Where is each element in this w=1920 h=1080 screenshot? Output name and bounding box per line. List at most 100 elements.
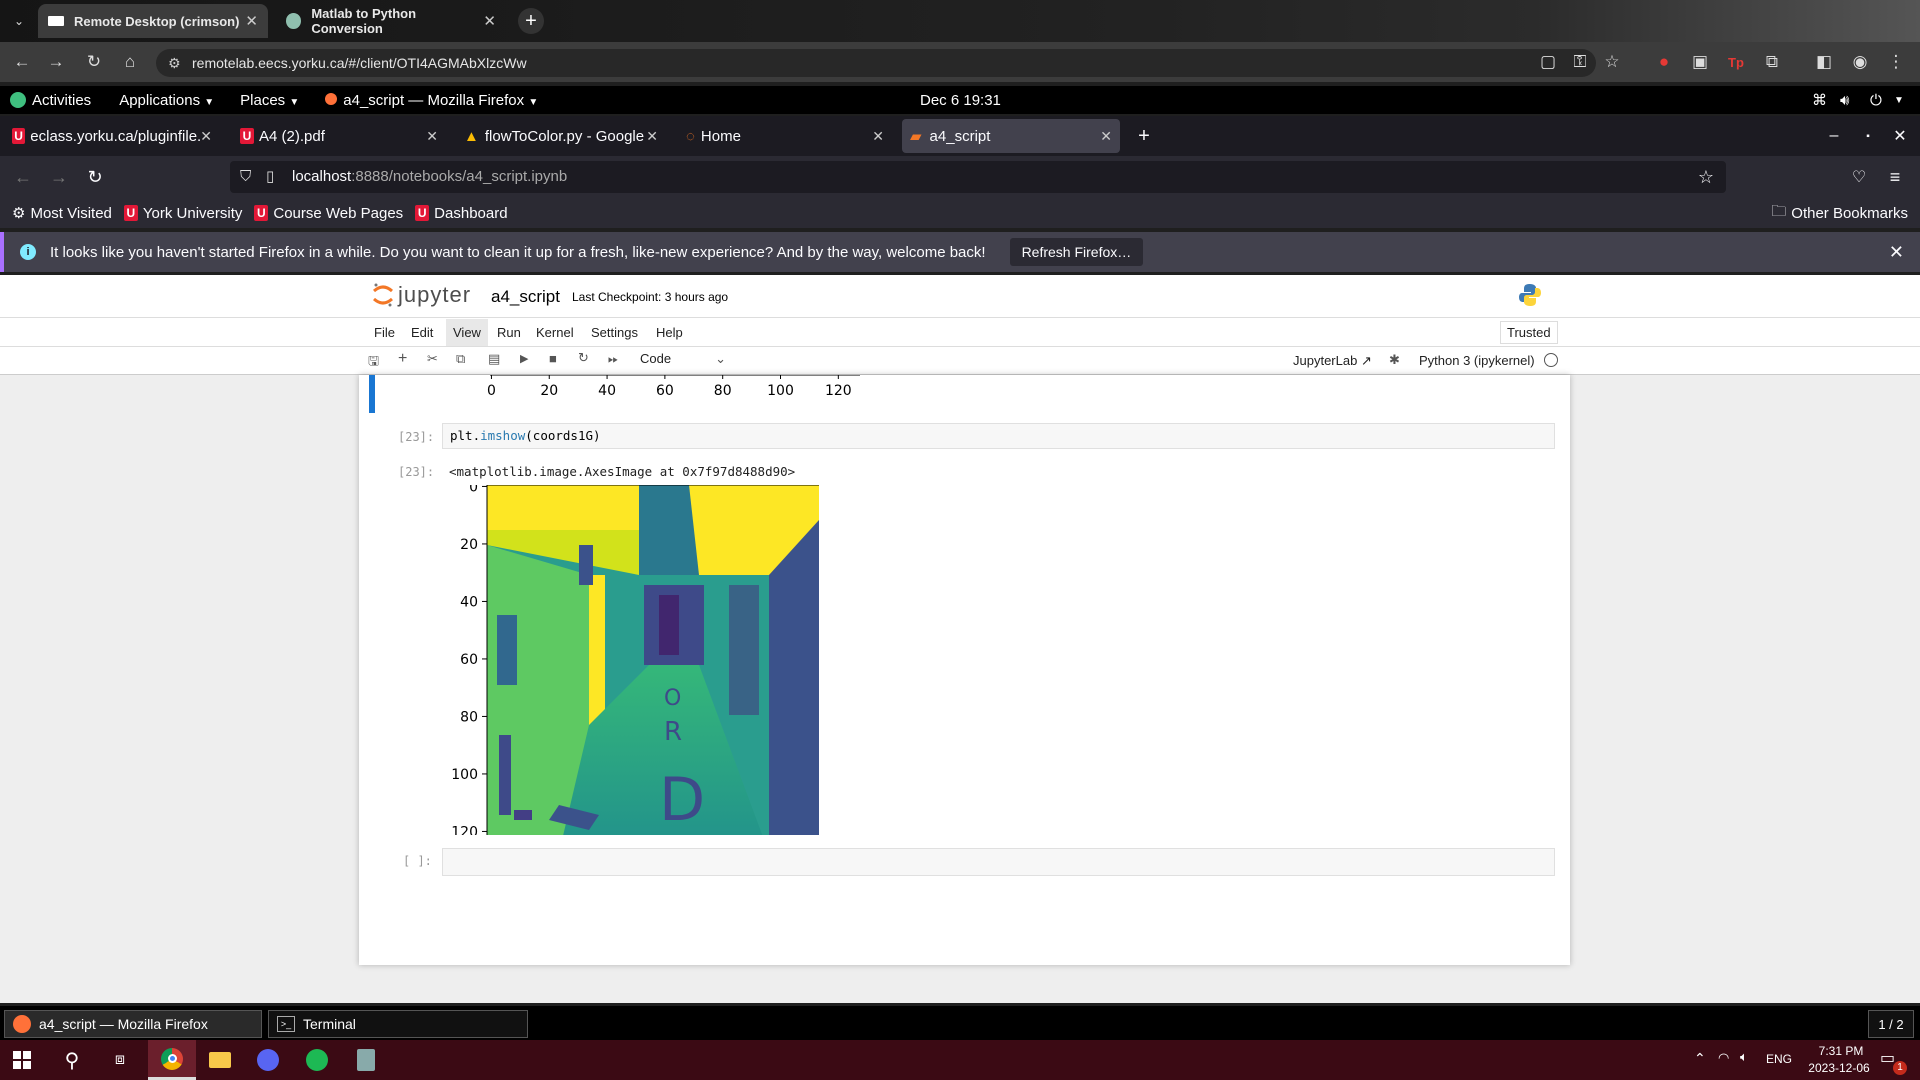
volume-icon[interactable]: 🔊︎ [1840, 92, 1849, 109]
spotify-icon[interactable] [305, 1048, 329, 1072]
run-icon[interactable]: ▶ [520, 352, 528, 365]
key-icon[interactable]: ⚿ [1568, 50, 1592, 74]
menu-settings[interactable]: Settings [591, 325, 638, 340]
chevron-up-icon[interactable]: ⌃ [1694, 1050, 1706, 1067]
places-menu[interactable]: Places ▼ [240, 92, 299, 109]
trusted-indicator[interactable]: Trusted [1500, 321, 1558, 344]
task-view-icon[interactable]: ⧈ [108, 1048, 132, 1072]
taskbar-time[interactable]: 7:31 PM [1808, 1044, 1874, 1058]
reload-icon[interactable]: ↻ [82, 50, 106, 74]
new-tab-plus-icon[interactable]: + [518, 8, 544, 34]
close-icon[interactable]: ✕ [1889, 242, 1904, 263]
minimize-icon[interactable]: – [1824, 125, 1844, 147]
chrome-taskbar-icon[interactable] [148, 1040, 196, 1080]
bookmark-star-icon[interactable]: ☆ [1600, 50, 1624, 74]
menu-help[interactable]: Help [656, 325, 683, 340]
language-indicator[interactable]: ENG [1766, 1052, 1792, 1066]
restart-icon[interactable]: ↻ [578, 350, 589, 366]
forward-arrow-icon[interactable]: → [44, 50, 68, 74]
jupyter-wordmark[interactable]: jupyter [398, 282, 471, 308]
ff-tab-flowtocolor[interactable]: ▲ flowToColor.py - Google D ✕ [456, 119, 666, 153]
save-icon[interactable]: 🖫︎ [368, 352, 379, 374]
menu-run[interactable]: Run [497, 325, 521, 340]
close-icon[interactable]: ✕ [872, 128, 884, 145]
chrome-menu-icon[interactable]: ⋮ [1884, 50, 1908, 74]
menu-edit[interactable]: Edit [411, 325, 433, 340]
wifi-icon[interactable]: ◠ [1718, 1050, 1729, 1066]
menu-file[interactable]: File [374, 325, 395, 340]
cell-type-select[interactable]: Code ⌄ [640, 351, 728, 371]
close-icon[interactable]: ✕ [483, 12, 496, 30]
chrome-tab-matlab[interactable]: Matlab to Python Conversion ✕ [276, 4, 506, 38]
chrome-address-bar[interactable]: ⚙ remotelab.eecs.yorku.ca/#/client/OTI4A… [156, 49, 1596, 77]
back-arrow-icon[interactable]: ← [10, 50, 34, 74]
forward-arrow-icon[interactable]: → [48, 166, 70, 188]
empty-code-input[interactable] [442, 848, 1555, 876]
stop-icon[interactable]: ■ [549, 351, 557, 366]
taskbar-date[interactable]: 2023-12-06 [1802, 1061, 1876, 1075]
reload-icon[interactable]: ↻ [84, 166, 106, 188]
ff-tab-a4script[interactable]: ▰ a4_script ✕ [902, 119, 1120, 153]
back-arrow-icon[interactable]: ← [12, 166, 34, 188]
bookmark-dashboard[interactable]: U Dashboard [415, 205, 508, 222]
extension-a-icon[interactable]: ▣ [1688, 50, 1712, 74]
bookmark-york-university[interactable]: U York University [123, 205, 242, 222]
close-icon[interactable]: ✕ [646, 128, 658, 145]
clipboard-icon[interactable]: ▢ [1536, 50, 1560, 74]
refresh-firefox-button[interactable]: Refresh Firefox… [1009, 238, 1144, 266]
applications-menu[interactable]: Applications ▼ [119, 92, 214, 109]
window-button-terminal[interactable]: >_ Terminal [268, 1010, 528, 1038]
extension-tp-icon[interactable]: Tp [1724, 50, 1748, 74]
paste-icon[interactable]: ▤ [488, 351, 500, 367]
bookmark-most-visited[interactable]: ⚙ Most Visited [12, 204, 112, 223]
power-icon[interactable]: ⏻ [1870, 92, 1882, 109]
bookmark-course-web-pages[interactable]: U Course Web Pages [254, 205, 403, 222]
extension-red-icon[interactable]: ● [1652, 50, 1676, 74]
shield-icon[interactable]: ⛉ [240, 161, 251, 193]
cut-icon[interactable]: ✂ [427, 351, 438, 367]
other-bookmarks[interactable]: 🗀︎ Other Bookmarks [1771, 201, 1908, 226]
extensions-puzzle-icon[interactable]: ⧉ [1760, 50, 1784, 74]
pocket-icon[interactable]: ♡ [1848, 166, 1870, 188]
site-info-icon[interactable]: ⚙ [168, 49, 181, 77]
close-icon[interactable]: ✕ [200, 128, 212, 145]
bookmark-star-icon[interactable]: ☆ [1698, 161, 1714, 193]
calculator-icon[interactable] [354, 1048, 378, 1072]
file-explorer-icon[interactable] [208, 1048, 232, 1072]
firefox-address-bar[interactable]: ⛉ ▯ localhost:8888/notebooks/a4_script.i… [230, 161, 1726, 193]
side-panel-icon[interactable]: ◧ [1812, 50, 1836, 74]
activities-button[interactable]: Activities [32, 92, 91, 109]
menu-kernel[interactable]: Kernel [536, 325, 574, 340]
chrome-tab-remote-desktop[interactable]: Remote Desktop (crimson) ✕ [38, 4, 268, 38]
windows-start-icon[interactable] [12, 1050, 32, 1070]
network-icon[interactable]: ⌘ [1812, 91, 1827, 109]
kernel-name[interactable]: Python 3 (ipykernel) [1419, 353, 1535, 368]
discord-icon[interactable] [256, 1048, 280, 1072]
speaker-icon[interactable]: 🔈︎ [1740, 1049, 1748, 1065]
new-tab-plus-icon[interactable]: + [1132, 125, 1156, 147]
close-icon[interactable]: ✕ [426, 128, 438, 145]
maximize-icon[interactable]: ▪ [1858, 125, 1878, 147]
ff-tab-a4pdf[interactable]: U A4 (2).pdf ✕ [232, 119, 446, 153]
notebook-title[interactable]: a4_script [491, 287, 560, 307]
clock[interactable]: Dec 6 19:31 [920, 92, 1001, 109]
close-window-icon[interactable]: ✕ [1890, 125, 1910, 147]
tab-search-chevron-icon[interactable]: ⌄ [8, 10, 30, 32]
hamburger-menu-icon[interactable]: ≡ [1884, 166, 1906, 188]
close-icon[interactable]: ✕ [1100, 128, 1112, 145]
copy-icon[interactable]: ⧉ [456, 351, 465, 367]
jupyterlab-link[interactable]: JupyterLab ↗ [1293, 353, 1372, 369]
ff-tab-home[interactable]: ◌ Home ✕ [678, 119, 892, 153]
profile-icon[interactable]: ◉ [1848, 50, 1872, 74]
search-icon[interactable]: ⚲ [60, 1048, 84, 1072]
debugger-bug-icon[interactable]: ✱ [1389, 352, 1400, 368]
add-cell-icon[interactable]: + [398, 350, 407, 368]
close-icon[interactable]: ✕ [245, 12, 258, 30]
fast-forward-icon[interactable]: ⏩︎ [608, 351, 618, 367]
home-icon[interactable]: ⌂ [118, 50, 142, 74]
chevron-down-icon[interactable]: ▼ [1894, 95, 1904, 106]
ff-tab-eclass[interactable]: Ueclass.yorku.ca/pluginfile.p ✕ [4, 119, 220, 153]
code-input-area[interactable]: plt.imshow(coords1G) [442, 423, 1555, 449]
menu-view[interactable]: View [446, 319, 488, 346]
window-button-firefox[interactable]: a4_script — Mozilla Firefox [4, 1010, 262, 1038]
